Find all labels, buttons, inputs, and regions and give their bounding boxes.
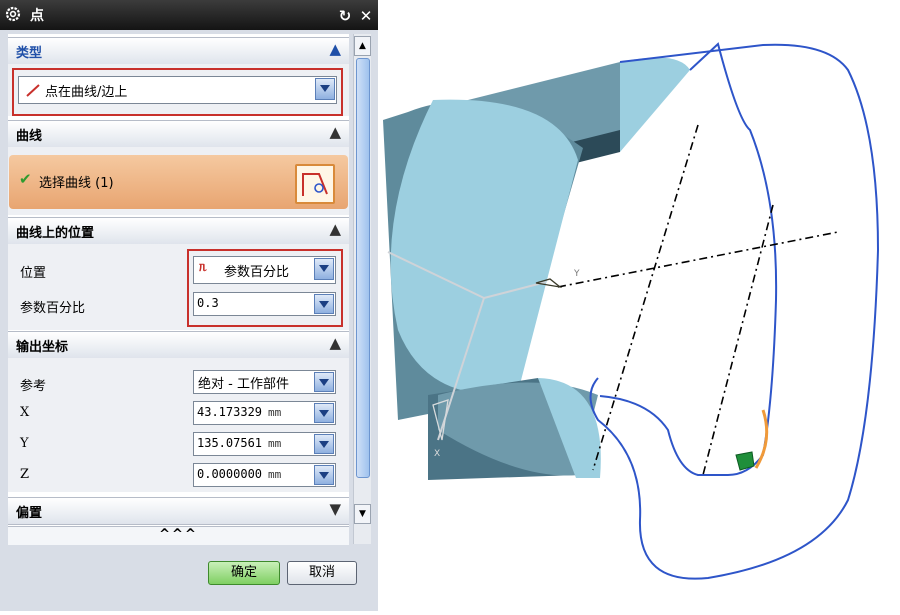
axis-line: [557, 231, 839, 288]
axis-x-label: X: [434, 449, 440, 459]
z-input[interactable]: 0.0000000 mm: [193, 463, 336, 487]
section-header-output[interactable]: 输出坐标 ▲: [8, 331, 349, 359]
scroll-down-icon[interactable]: ▼: [354, 504, 371, 524]
arrow-down-icon[interactable]: [314, 403, 334, 423]
section-header-curve[interactable]: 曲线 ▲: [8, 120, 349, 148]
chevron-down-icon[interactable]: [315, 78, 335, 100]
section-header-position[interactable]: 曲线上的位置 ▲: [8, 217, 349, 245]
dialog-title: 点: [30, 8, 44, 24]
chevron-up-icon[interactable]: ▲: [329, 220, 341, 238]
curve-select-icon: [302, 173, 328, 196]
chevron-down-icon[interactable]: [314, 372, 334, 392]
axis-y-label: Y: [573, 269, 580, 279]
scrollbar-thumb[interactable]: [356, 58, 370, 478]
axis-line: [702, 204, 774, 476]
x-input[interactable]: 43.173329 mm: [193, 401, 336, 425]
chevron-down-icon[interactable]: [314, 258, 334, 280]
arrow-down-icon[interactable]: [314, 434, 334, 454]
check-icon: ✔: [19, 170, 32, 188]
point-dialog: 点 ↻ ✕ 类型 ▲ 点在曲线/边上 曲线 ▲ ✔ 选择曲线 (1) 曲线上的位…: [0, 0, 378, 611]
chevron-down-icon[interactable]: ▼: [329, 500, 341, 518]
section-header-type[interactable]: 类型 ▲: [8, 37, 349, 65]
upper-boss-cap: [620, 57, 690, 152]
z-unit: mm: [268, 468, 282, 481]
curve-selector-button[interactable]: [295, 164, 335, 204]
reference-label: 参考: [20, 379, 47, 394]
position-select[interactable]: ᥰ 参数百分比: [193, 256, 336, 284]
select-curve-row[interactable]: ✔ 选择曲线 (1): [9, 155, 348, 209]
curve-point-icon: [26, 84, 40, 97]
chevron-up-icon[interactable]: ▲: [329, 40, 341, 58]
dialog-titlebar: 点 ↻ ✕: [0, 0, 378, 30]
percent-icon: ᥰ: [199, 260, 207, 275]
section-label-output: 输出坐标: [16, 340, 69, 355]
select-curve-label: 选择曲线 (1): [39, 176, 114, 191]
y-label: Y: [20, 436, 29, 451]
percent-input[interactable]: 0.3: [193, 292, 336, 316]
section-label-offset: 偏置: [16, 506, 43, 521]
scroll-up-icon[interactable]: ▲: [354, 36, 371, 56]
selected-curve: [754, 409, 769, 469]
chevron-up-icon[interactable]: ▲: [329, 334, 341, 352]
graphics-viewport[interactable]: Y X: [378, 0, 900, 611]
position-value: 参数百分比: [224, 265, 290, 280]
position-label: 位置: [20, 266, 47, 281]
x-label: X: [20, 405, 30, 420]
x-value: 43.173329: [197, 405, 263, 419]
section-label-curve: 曲线: [16, 129, 43, 144]
section-label-type: 类型: [16, 46, 43, 61]
percent-value: 0.3: [197, 296, 219, 310]
reference-select[interactable]: 绝对 - 工作部件: [193, 370, 336, 394]
reset-icon[interactable]: ↻: [336, 7, 354, 25]
y-value: 135.07561: [197, 436, 263, 450]
y-input[interactable]: 135.07561 mm: [193, 432, 336, 456]
y-unit: mm: [268, 437, 282, 450]
close-icon[interactable]: ✕: [357, 7, 375, 25]
chevron-up-icon[interactable]: ▲: [329, 123, 341, 141]
ok-button[interactable]: 确定: [208, 561, 280, 585]
type-value: 点在曲线/边上: [45, 85, 128, 100]
arrow-down-icon[interactable]: [314, 465, 334, 485]
z-label: Z: [20, 467, 30, 482]
percent-label: 参数百分比: [20, 301, 86, 316]
part-model: Y X: [383, 42, 880, 580]
reference-value: 绝对 - 工作部件: [198, 377, 289, 392]
type-select[interactable]: 点在曲线/边上: [18, 76, 337, 104]
x-unit: mm: [268, 406, 282, 419]
cancel-button[interactable]: 取消: [287, 561, 357, 585]
section-header-offset[interactable]: 偏置 ▼: [8, 497, 349, 525]
axis-line: [592, 124, 699, 471]
z-value: 0.0000000: [197, 467, 263, 481]
arrow-down-icon[interactable]: [314, 294, 334, 314]
expand-more-button[interactable]: ^^^: [8, 526, 349, 545]
section-label-position: 曲线上的位置: [16, 226, 95, 241]
gear-icon[interactable]: [5, 6, 21, 22]
disc-face: [390, 99, 578, 394]
